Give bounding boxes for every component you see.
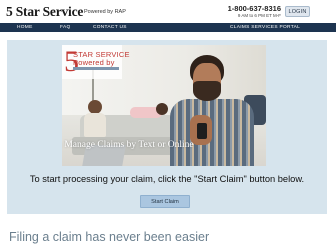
- start-claim-button[interactable]: Start Claim: [140, 195, 190, 208]
- tagline-heading: Filing a claim has never been easier: [9, 230, 210, 244]
- hero-man-beard: [193, 81, 221, 101]
- hero-woman-body: [84, 113, 106, 137]
- brand-name[interactable]: 5 Star Service: [6, 4, 83, 20]
- powered-by-text: Powered by RAP: [84, 9, 126, 15]
- login-button[interactable]: LOGIN: [285, 6, 310, 17]
- nav-item-home[interactable]: HOME: [17, 25, 33, 30]
- site-header: 5 Star Service Powered by RAP 1-800-637-…: [0, 0, 336, 22]
- hero-man-shirt: [170, 99, 254, 166]
- phone-icon: [197, 123, 207, 139]
- hero-child-head: [156, 103, 168, 115]
- hero-caption: e & Manage Claims by Text or Online: [62, 140, 194, 150]
- logo-underline: [73, 67, 119, 70]
- claim-instruction: To start processing your claim, click th…: [29, 174, 305, 184]
- support-phone[interactable]: 1-800-637-8316: [228, 4, 281, 13]
- logo-subtitle: Powered by: [73, 58, 115, 67]
- support-hours: 9 AM to 6 PM ET M-F: [237, 13, 281, 18]
- hero-woman-head: [88, 100, 102, 114]
- main-nav: HOME FAQ CONTACT US CLAIMS SERVICES PORT…: [0, 23, 336, 32]
- hero-caption-box: e & Manage Claims by Text or Online: [62, 139, 216, 153]
- nav-item-contact-us[interactable]: CONTACT US: [93, 25, 127, 30]
- nav-item-faq[interactable]: FAQ: [60, 25, 71, 30]
- nav-item-claims-portal[interactable]: CLAIMS SERVICES PORTAL: [230, 25, 300, 30]
